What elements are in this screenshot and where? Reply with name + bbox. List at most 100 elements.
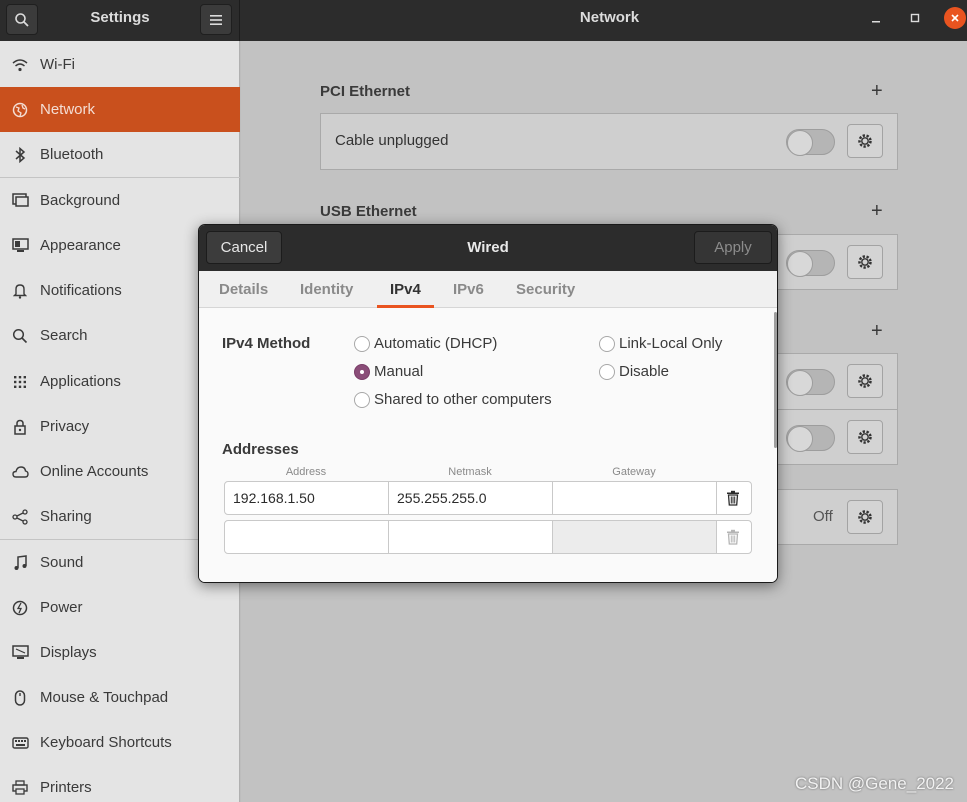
close-button[interactable] <box>944 7 966 29</box>
gateway-input[interactable] <box>553 482 717 514</box>
radio-label: Link-Local Only <box>619 335 723 352</box>
connection-toggle[interactable] <box>786 369 835 396</box>
tab-identity[interactable]: Identity <box>300 281 353 298</box>
sidebar-item-label: Bluetooth <box>40 146 104 163</box>
gear-icon <box>858 134 872 148</box>
window-title: Network <box>579 9 640 26</box>
tab-ipv4[interactable]: IPv4 <box>390 281 421 298</box>
gateway-input[interactable] <box>553 521 717 553</box>
sidebar-item-label: Online Accounts <box>40 463 149 480</box>
netmask-input[interactable]: 255.255.255.0 <box>389 482 553 514</box>
sidebar-item-label: Notifications <box>40 282 122 299</box>
add-usb-connection-button[interactable]: + <box>871 201 883 221</box>
music-note-icon <box>0 554 40 571</box>
column-address: Address <box>285 466 327 478</box>
radio-button[interactable] <box>599 363 615 380</box>
sidebar-item-label: Sound <box>40 554 84 571</box>
dialog-tabs: Details Identity IPv4 IPv6 Security <box>199 271 777 308</box>
connection-settings-button[interactable] <box>847 420 883 454</box>
sidebar-item-network[interactable]: Network <box>0 87 240 132</box>
sidebar-item-keyboard-shortcuts[interactable]: Keyboard Shortcuts <box>0 720 240 765</box>
sidebar-item-printers[interactable]: Printers <box>0 765 240 802</box>
radio-label: Disable <box>619 363 670 380</box>
minimize-button[interactable] <box>865 7 887 29</box>
display-icon <box>0 645 40 660</box>
radio-automatic-dhcp[interactable]: Automatic (DHCP) <box>354 335 497 352</box>
delete-row-button[interactable] <box>725 529 741 545</box>
addresses-label: Addresses <box>222 441 299 458</box>
radio-label: Manual <box>374 363 424 380</box>
sidebar-item-label: Sharing <box>40 508 92 525</box>
ipv4-method-label: IPv4 Method <box>222 335 311 352</box>
sidebar-item-background[interactable]: Background <box>0 178 240 223</box>
tab-details[interactable]: Details <box>219 281 268 298</box>
pci-ethernet-title: PCI Ethernet <box>320 83 411 100</box>
header-left: Settings <box>0 0 240 41</box>
connection-settings-button[interactable] <box>847 364 883 398</box>
radio-link-local-only[interactable]: Link-Local Only <box>599 335 722 352</box>
pci-settings-button[interactable] <box>847 124 883 158</box>
menu-button[interactable] <box>200 4 232 35</box>
usb-settings-button[interactable] <box>847 245 883 279</box>
sidebar-item-label: Mouse & Touchpad <box>40 689 169 706</box>
sidebar-item-mouse-touchpad[interactable]: Mouse & Touchpad <box>0 675 240 720</box>
minimize-icon <box>872 21 880 23</box>
radio-disable[interactable]: Disable <box>599 363 669 380</box>
search-icon <box>0 328 40 344</box>
address-input[interactable] <box>225 521 389 553</box>
address-input[interactable]: 192.168.1.50 <box>225 482 389 514</box>
radio-label: Automatic (DHCP) <box>374 335 498 352</box>
vpn-status-label: Off <box>813 508 833 525</box>
gear-icon <box>858 430 872 444</box>
radio-button-selected[interactable] <box>354 363 370 380</box>
gear-icon <box>858 510 872 524</box>
tab-ipv6[interactable]: IPv6 <box>453 281 484 298</box>
pci-ethernet-row: Cable unplugged <box>321 114 897 169</box>
sidebar-item-label: Search <box>40 327 88 344</box>
plus-icon: + <box>871 320 883 342</box>
radio-button[interactable] <box>354 391 370 408</box>
apply-button[interactable]: Apply <box>694 231 772 264</box>
usb-ethernet-toggle[interactable] <box>786 250 835 277</box>
dialog-header: Cancel Wired Apply <box>199 225 777 271</box>
bluetooth-icon <box>0 146 40 163</box>
address-row <box>224 520 752 554</box>
sidebar-item-wifi[interactable]: Wi-Fi <box>0 42 240 87</box>
dialog-title: Wired <box>467 239 509 256</box>
maximize-button[interactable] <box>904 7 926 29</box>
radio-manual[interactable]: Manual <box>354 363 423 380</box>
sidebar-item-label: Privacy <box>40 418 90 435</box>
sidebar-item-label: Appearance <box>40 237 121 254</box>
watermark: CSDN @Gene_2022 <box>795 774 955 793</box>
radio-button[interactable] <box>599 335 615 352</box>
gear-icon <box>858 374 872 388</box>
connection-toggle[interactable] <box>786 425 835 452</box>
keyboard-icon <box>0 736 40 749</box>
pci-ethernet-card: Cable unplugged <box>320 113 898 170</box>
plus-icon: + <box>871 80 883 102</box>
radio-button[interactable] <box>354 335 370 352</box>
netmask-input[interactable] <box>389 521 553 553</box>
add-pci-connection-button[interactable]: + <box>871 81 883 101</box>
maximize-icon <box>910 13 920 23</box>
search-button[interactable] <box>6 4 38 35</box>
search-icon <box>15 12 29 27</box>
header-bar: Settings Network <box>0 0 967 41</box>
sidebar-item-label: Network <box>40 101 96 118</box>
delete-row-button[interactable] <box>725 490 741 506</box>
sidebar-item-label: Displays <box>40 644 97 661</box>
sidebar-item-displays[interactable]: Displays <box>0 630 240 675</box>
wired-dialog: Cancel Wired Apply Details Identity IPv4… <box>198 224 778 583</box>
vpn-settings-button[interactable] <box>847 500 883 534</box>
radio-shared[interactable]: Shared to other computers <box>354 391 552 408</box>
add-connection-button[interactable]: + <box>871 321 883 341</box>
active-tab-indicator <box>377 305 434 308</box>
ipv4-content: IPv4 Method Automatic (DHCP) Link-Local … <box>199 309 777 582</box>
pci-ethernet-toggle[interactable] <box>786 129 835 156</box>
sidebar-item-label: Printers <box>40 779 92 796</box>
sidebar-item-bluetooth[interactable]: Bluetooth <box>0 132 240 177</box>
tab-security[interactable]: Security <box>516 281 575 298</box>
dialog-scrollbar[interactable] <box>774 312 777 448</box>
sidebar-item-label: Background <box>40 192 121 209</box>
sidebar-item-power[interactable]: Power <box>0 585 240 630</box>
